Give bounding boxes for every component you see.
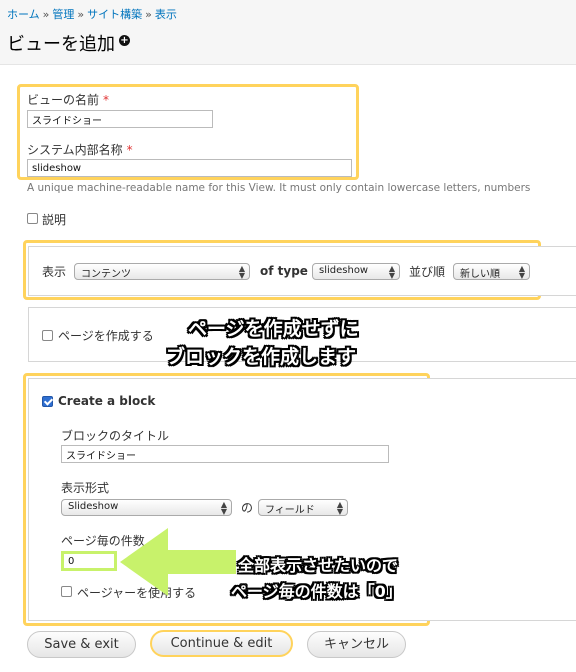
annotation-bottom-line1: 全部表示させたいので [238, 556, 399, 575]
annotation-bottom-line2: ページ毎の件数は「0」 [231, 582, 402, 601]
continue-edit-button[interactable]: Continue & edit [150, 630, 293, 657]
arrow-shape [120, 528, 236, 596]
cancel-button[interactable]: キャンセル [307, 631, 406, 658]
save-exit-button[interactable]: Save & exit [27, 631, 136, 658]
